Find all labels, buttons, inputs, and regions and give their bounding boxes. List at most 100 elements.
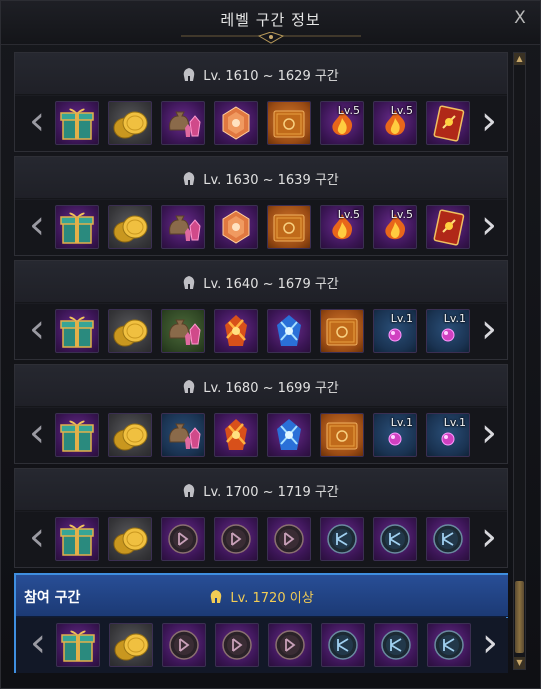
scroll-right-icon[interactable]: ›	[478, 309, 500, 351]
reward-slot[interactable]	[214, 309, 258, 353]
reward-slot[interactable]	[108, 205, 152, 249]
reward-slot[interactable]: Lv.1	[426, 413, 470, 457]
section-header: Lv. 1680 ~ 1699 구간	[15, 365, 507, 407]
reward-slot[interactable]	[268, 623, 312, 667]
orange-gem-icon	[222, 210, 250, 244]
reward-slot[interactable]	[373, 517, 417, 561]
reward-slot[interactable]	[162, 623, 206, 667]
item-level-label: Lv.1	[443, 312, 466, 325]
scroll-down-icon[interactable]: ▼	[514, 657, 525, 669]
reward-row: ‹ Lv.1 Lv.1 ›	[15, 304, 507, 359]
scroll-left-icon[interactable]: ‹	[26, 413, 48, 455]
section-range-row: Lv. 1640 ~ 1679 구간	[15, 273, 507, 292]
reward-slot[interactable]	[267, 517, 311, 561]
level-range-section: Lv. 1610 ~ 1629 구간 ‹ Lv.5 Lv.5 ›	[14, 52, 508, 152]
rune-stone-icon	[274, 524, 304, 554]
reward-slot[interactable]	[108, 413, 152, 457]
reward-slot[interactable]	[321, 623, 365, 667]
reward-slot[interactable]	[214, 101, 258, 145]
reward-slot[interactable]	[267, 101, 311, 145]
reward-slot[interactable]	[320, 309, 364, 353]
reward-slot[interactable]	[215, 623, 259, 667]
reward-slot[interactable]	[267, 309, 311, 353]
reward-slot[interactable]	[56, 623, 100, 667]
reward-slot[interactable]	[161, 101, 205, 145]
reward-slot[interactable]	[214, 517, 258, 561]
scroll-left-icon[interactable]: ‹	[26, 517, 48, 559]
scroll-up-icon[interactable]: ▲	[514, 53, 525, 65]
blue-rune-stone-icon	[380, 524, 410, 554]
scroll-left-icon[interactable]: ‹	[26, 101, 48, 143]
reward-slot[interactable]: Lv.1	[373, 413, 417, 457]
reward-slot[interactable]	[55, 205, 99, 249]
reward-slot[interactable]	[109, 623, 153, 667]
reward-slot[interactable]	[374, 623, 418, 667]
scroll-left-icon[interactable]: ‹	[27, 623, 49, 665]
reward-slot[interactable]	[108, 309, 152, 353]
reward-slot[interactable]: Lv.1	[426, 309, 470, 353]
reward-slot[interactable]	[161, 413, 205, 457]
reward-row: ‹ Lv.5 Lv.5 ›	[15, 200, 507, 255]
section-header: Lv. 1700 ~ 1719 구간	[15, 469, 507, 511]
blue-rune-stone-icon	[327, 524, 357, 554]
reward-slot[interactable]	[214, 205, 258, 249]
reward-slot[interactable]	[426, 205, 470, 249]
red-card-icon	[433, 209, 465, 246]
item-level-label: Lv.5	[390, 208, 413, 221]
reward-row: ‹ Lv.1 Lv.1 ›	[15, 408, 507, 463]
gift-box-icon	[60, 420, 94, 452]
scrollbar[interactable]: ▲ ▼	[513, 52, 526, 670]
reward-slot[interactable]	[426, 517, 470, 561]
blue-rune-stone-icon	[433, 524, 463, 554]
gift-box-icon	[60, 108, 94, 140]
item-level-label: Lv.1	[390, 416, 413, 429]
scroll-thumb[interactable]	[515, 581, 524, 653]
close-button[interactable]: X	[510, 8, 530, 28]
fire-crystal-icon	[225, 315, 247, 346]
gold-coins-icon	[113, 319, 148, 347]
scroll-right-icon[interactable]: ›	[478, 101, 500, 143]
reward-slot[interactable]	[267, 413, 311, 457]
reward-slot[interactable]	[108, 101, 152, 145]
reward-slot[interactable]	[55, 101, 99, 145]
section-range-label: Lv. 1720 이상	[230, 591, 314, 606]
reward-slot[interactable]	[427, 623, 471, 667]
scroll-right-icon[interactable]: ›	[478, 517, 500, 559]
reward-slot[interactable]	[267, 205, 311, 249]
reward-slot[interactable]	[214, 413, 258, 457]
reward-slot[interactable]	[161, 205, 205, 249]
section-range-label: Lv. 1630 ~ 1639 구간	[203, 173, 339, 188]
reward-slot[interactable]: Lv.5	[320, 205, 364, 249]
reward-slot[interactable]	[320, 413, 364, 457]
reward-slot[interactable]	[55, 517, 99, 561]
helmet-icon	[183, 276, 195, 289]
helmet-icon	[183, 380, 195, 393]
reward-slot[interactable]: Lv.5	[320, 101, 364, 145]
item-level-label: Lv.5	[337, 208, 360, 221]
scroll-right-icon[interactable]: ›	[478, 205, 500, 247]
reward-slot[interactable]	[161, 517, 205, 561]
orange-book-icon	[326, 422, 358, 450]
section-range-row: Lv. 1720 이상	[16, 587, 508, 606]
reward-slot[interactable]	[426, 101, 470, 145]
reward-slot[interactable]	[55, 309, 99, 353]
scroll-right-icon[interactable]: ›	[478, 413, 500, 455]
section-header: Lv. 1610 ~ 1629 구간	[15, 53, 507, 95]
reward-row: ‹ ›	[16, 618, 508, 673]
reward-slot[interactable]: Lv.5	[373, 205, 417, 249]
reward-slot[interactable]: Lv.5	[373, 101, 417, 145]
scroll-right-icon[interactable]: ›	[479, 623, 501, 665]
reward-slot[interactable]	[108, 517, 152, 561]
reward-slot[interactable]	[55, 413, 99, 457]
reward-slot[interactable]	[320, 517, 364, 561]
level-range-section-active: 참여 구간 Lv. 1720 이상 ‹ ›	[14, 573, 508, 673]
section-range-label: Lv. 1680 ~ 1699 구간	[203, 381, 339, 396]
gold-coins-icon	[113, 423, 148, 451]
scroll-left-icon[interactable]: ‹	[26, 309, 48, 351]
reward-slot[interactable]: Lv.1	[373, 309, 417, 353]
reward-slot[interactable]	[161, 309, 205, 353]
pouch-crystals-icon	[169, 423, 201, 449]
orange-book-icon	[273, 214, 305, 242]
level-range-section: Lv. 1630 ~ 1639 구간 ‹ Lv.5 Lv.5 ›	[14, 156, 508, 256]
scroll-left-icon[interactable]: ‹	[26, 205, 48, 247]
